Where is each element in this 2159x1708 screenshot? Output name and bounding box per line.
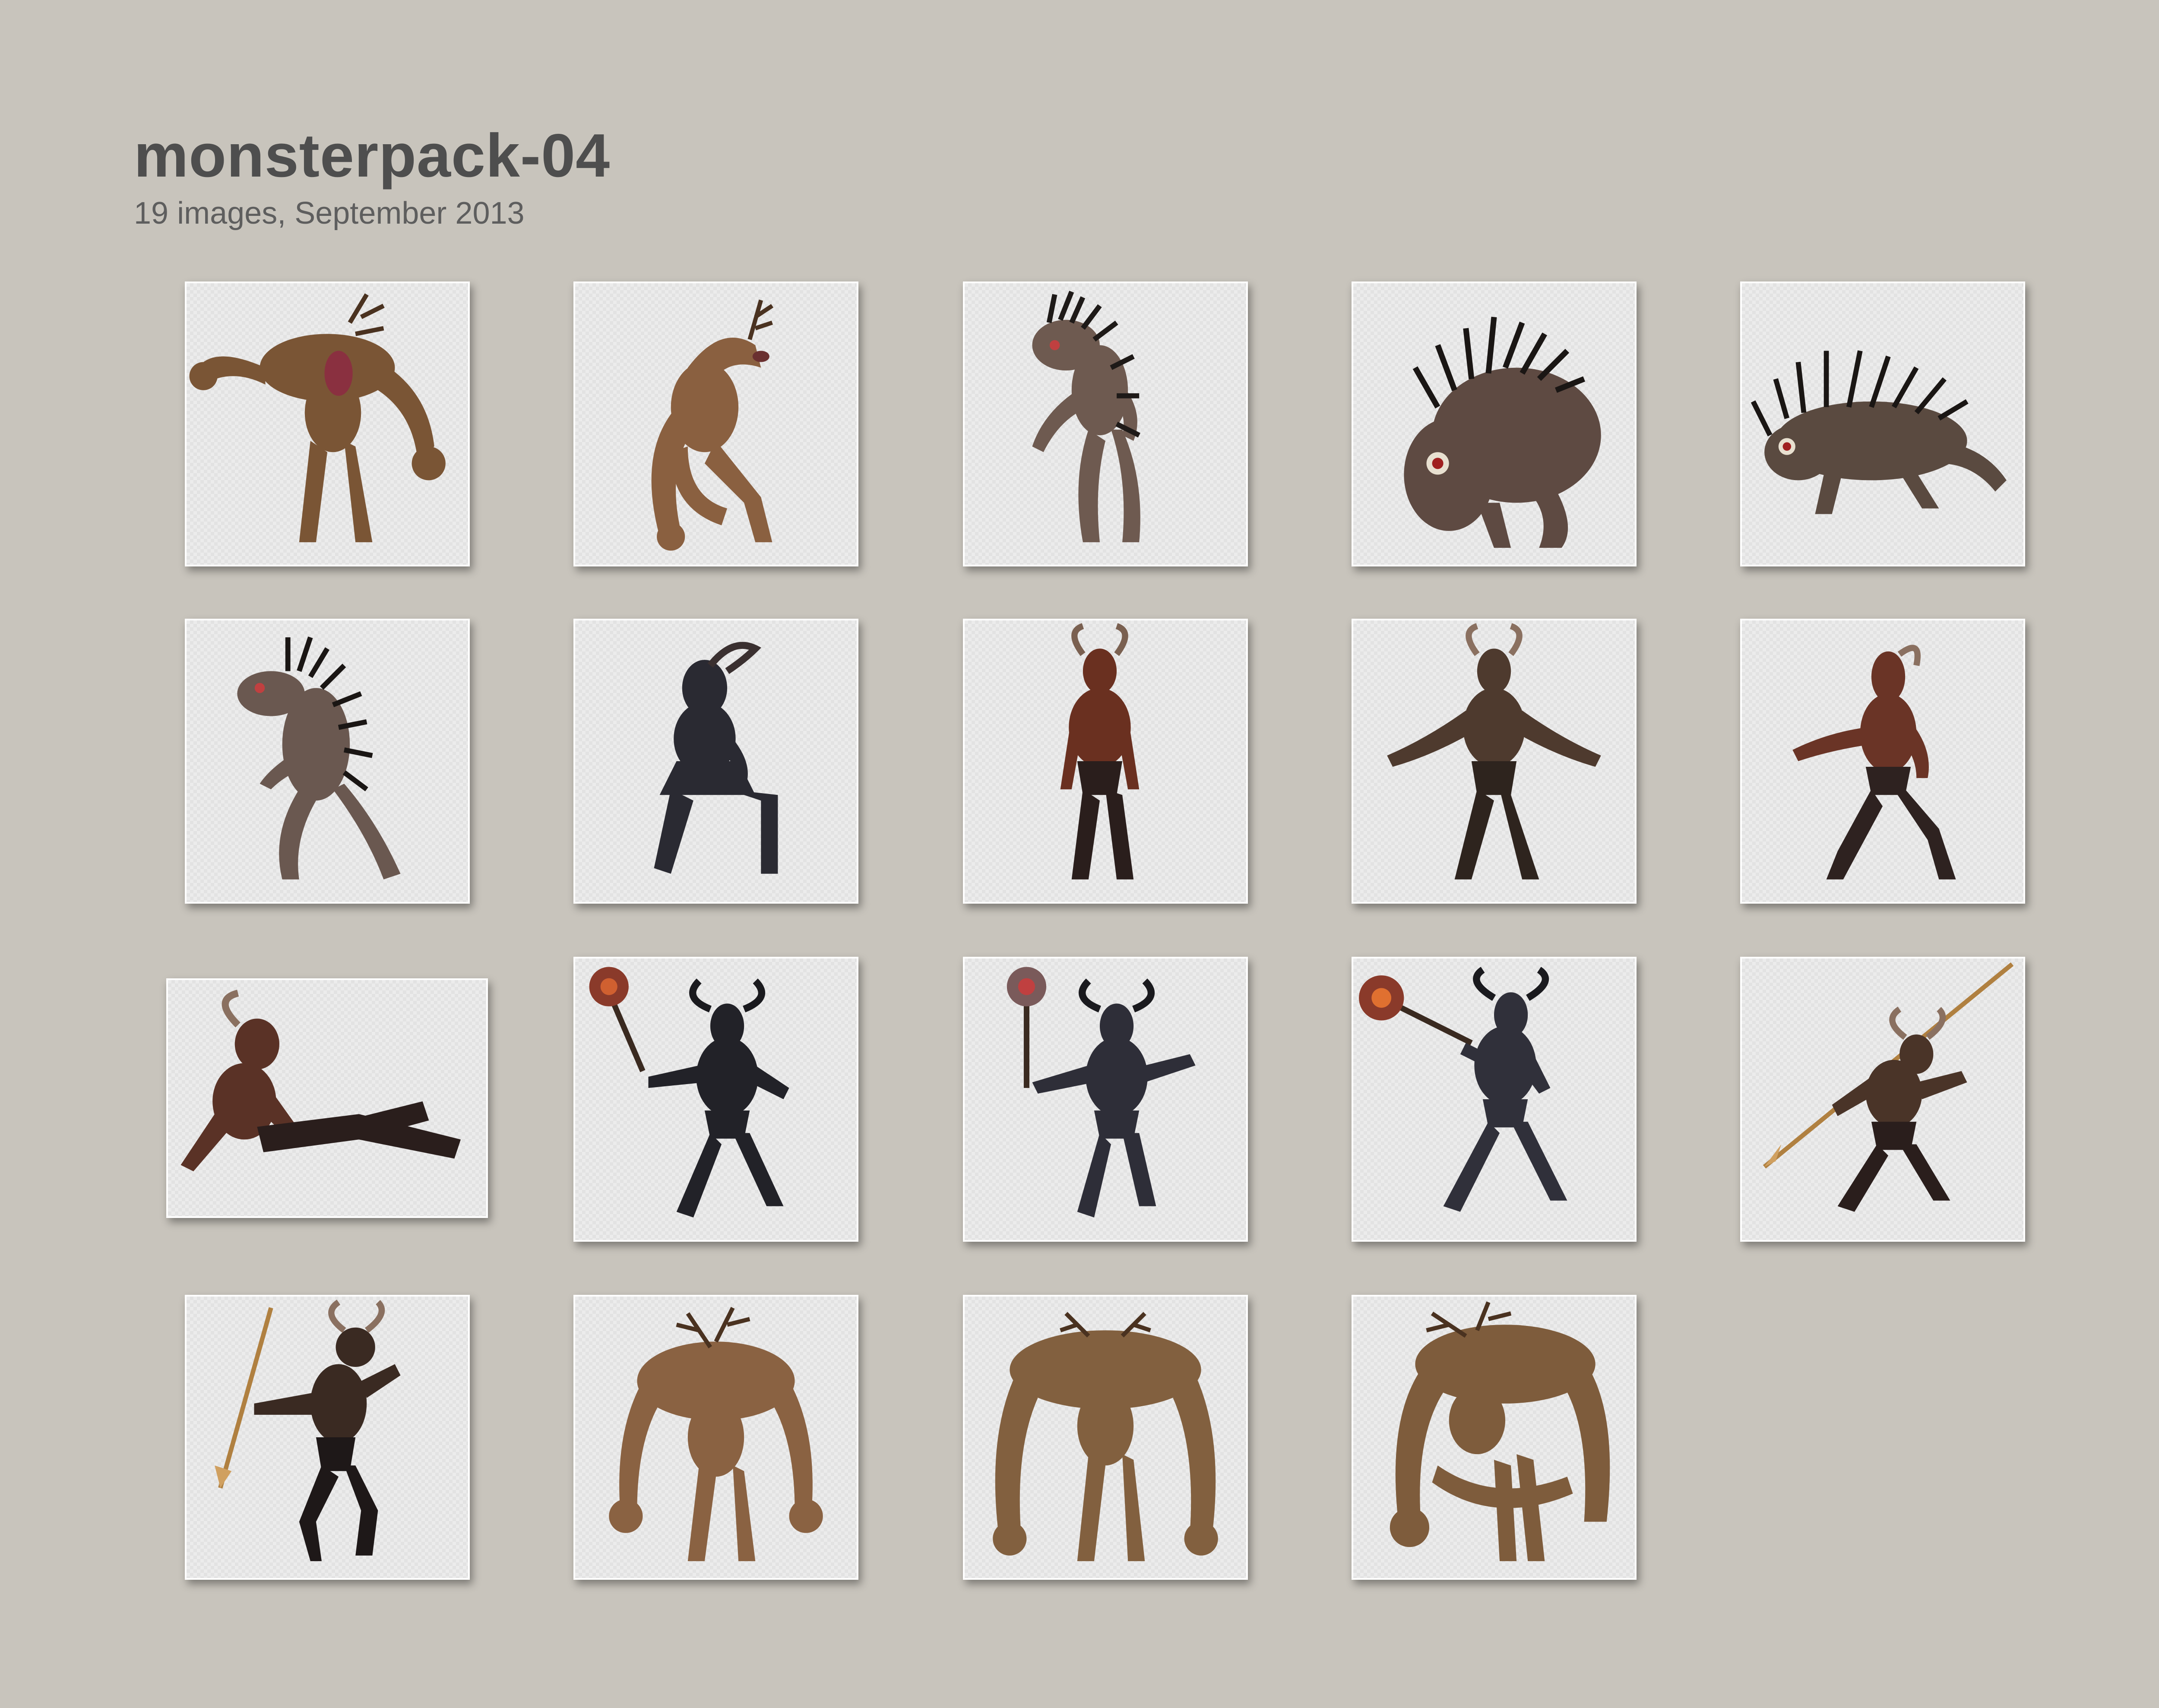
black-goat-demon-mace-swing-icon (1359, 967, 1567, 1212)
black-goat-demon-sitting-icon (654, 642, 778, 874)
goat-demon-reclining-icon (180, 990, 461, 1172)
spiked-creature-crawling-icon (1751, 350, 2007, 514)
thumbnail-4[interactable] (1352, 282, 1637, 566)
thumbnail-16[interactable] (185, 1295, 470, 1580)
thumbnail-1[interactable] (185, 282, 470, 566)
thumbnail-11[interactable] (166, 978, 488, 1218)
thumbnail-10[interactable] (1740, 619, 2025, 904)
black-goat-demon-mace-icon (589, 967, 789, 1218)
deer-beast-front-icon (993, 1312, 1218, 1561)
black-goat-demon-mace-raised-icon (1007, 967, 1196, 1218)
thumbnail-3[interactable] (963, 282, 1248, 566)
page-subtitle: 19 images, September 2013 (134, 196, 525, 231)
red-goat-demon-standing-icon (1060, 623, 1140, 879)
thumbnail-8[interactable] (963, 619, 1248, 904)
deer-beast-standing-icon (609, 1306, 823, 1561)
thumbnail-5[interactable] (1740, 282, 2025, 566)
thumbnail-6[interactable] (185, 619, 470, 904)
spiked-creature-standing-icon (1032, 291, 1140, 542)
gallery-header: monsterpack-04 19 images, September 2013 (134, 125, 610, 229)
page-title: monsterpack-04 (134, 121, 611, 190)
deer-beast-crouch-icon (1390, 1301, 1610, 1561)
thumbnail-14[interactable] (1352, 957, 1637, 1242)
thumbnail-7[interactable] (573, 619, 858, 904)
red-goat-demon-walking-icon (1792, 645, 1956, 879)
thumbnail-9[interactable] (1352, 619, 1637, 904)
deer-beast-leaping-icon (651, 299, 774, 551)
goat-demon-spear-leap-icon (215, 1300, 401, 1561)
thumbnail-12[interactable] (573, 957, 858, 1242)
thumbnail-13[interactable] (963, 957, 1248, 1242)
spiked-creature-crouching-icon (1404, 316, 1601, 548)
thumbnail-17[interactable] (573, 1295, 858, 1580)
thumbnail-19[interactable] (1352, 1295, 1637, 1580)
goat-demon-spear-throw-icon (1763, 962, 2014, 1212)
thumbnail-18[interactable] (963, 1295, 1248, 1580)
brown-goat-demon-arms-open-icon (1387, 623, 1601, 879)
thumbnail-2[interactable] (573, 282, 858, 566)
deer-beast-hunched-icon (189, 293, 446, 542)
thumbnail-15[interactable] (1740, 957, 2025, 1242)
spiked-creature-walking-icon (237, 636, 401, 879)
